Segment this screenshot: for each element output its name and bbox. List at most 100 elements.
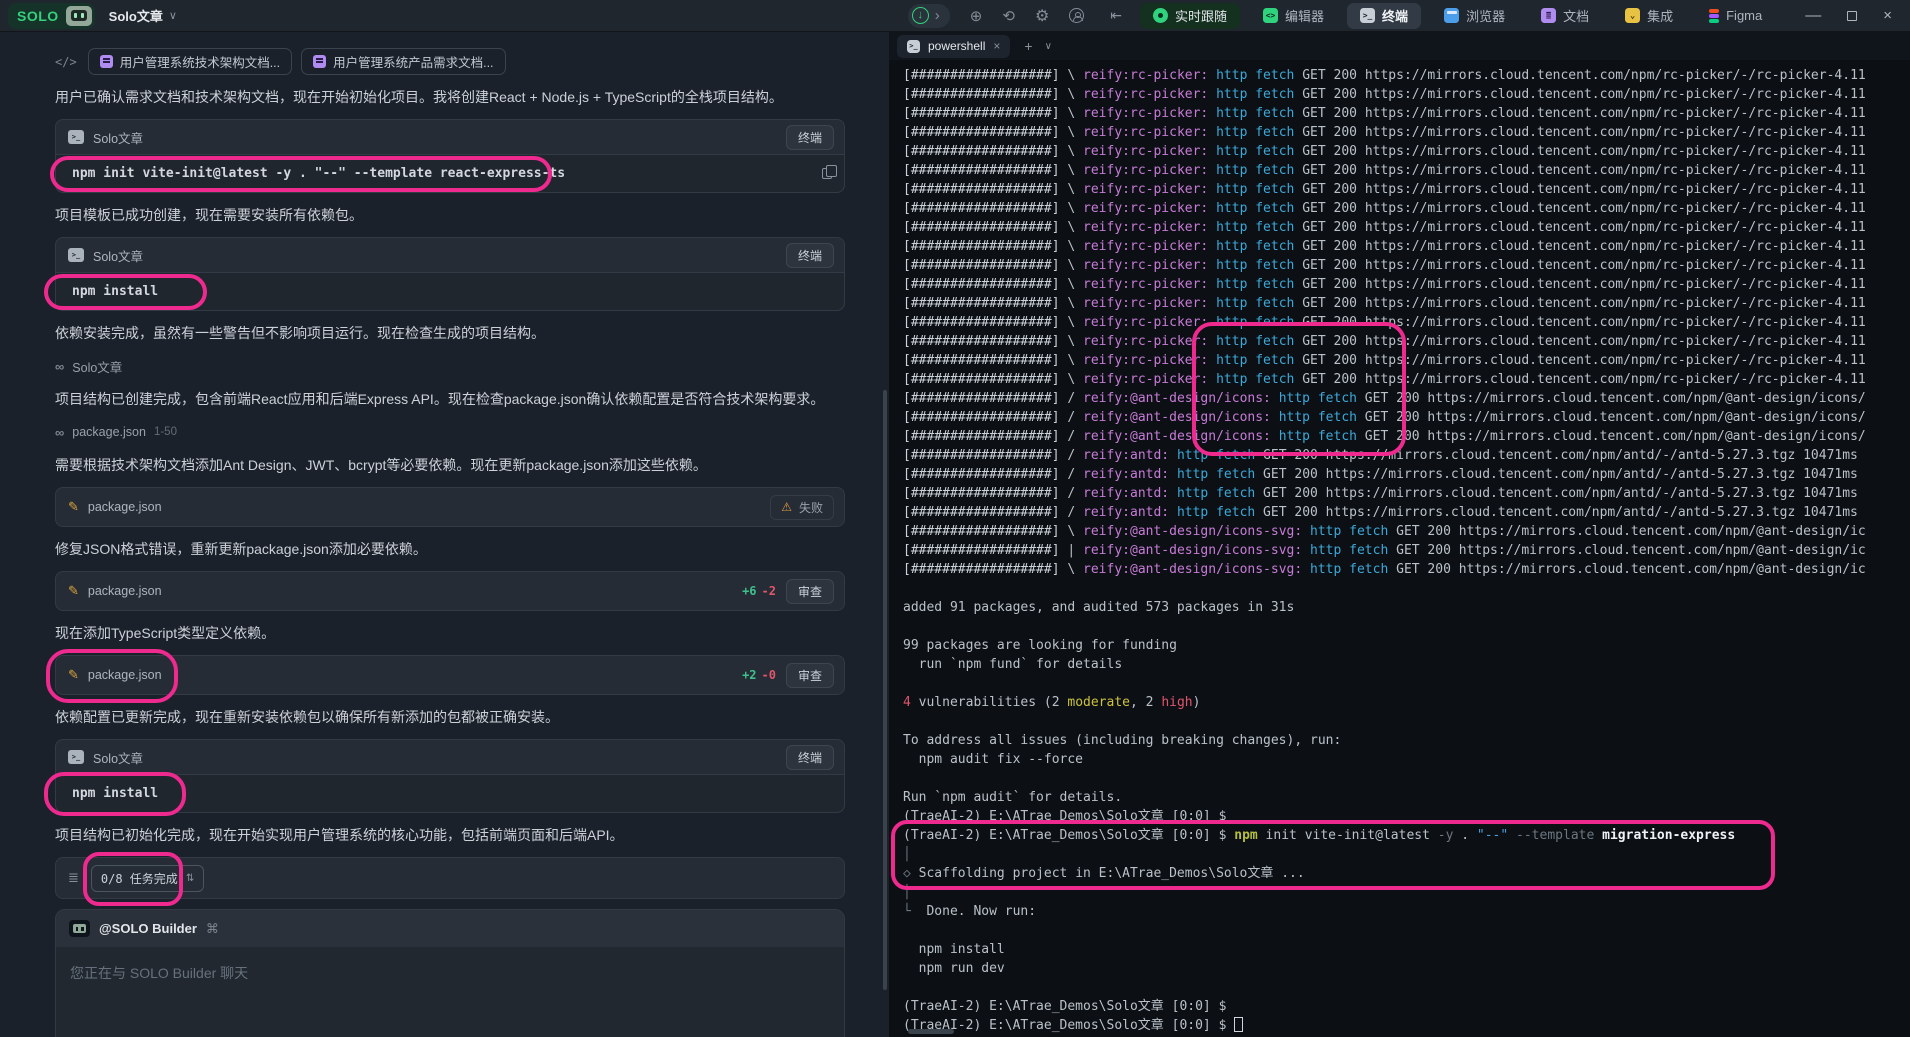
chat-composer: @SOLO Builder ⌘ 您正在与 SOLO Builder 聊天 @ #… bbox=[55, 909, 845, 1037]
tab-label: 实时跟随 bbox=[1175, 6, 1227, 25]
minimize-button[interactable]: — bbox=[1805, 7, 1821, 25]
file-edit-card-failed[interactable]: ✎ package.json ⚠ 失败 bbox=[55, 487, 845, 527]
assistant-paragraph: 项目结构已初始化完成，现在开始实现用户管理系统的核心功能，包括前端页面和后端AP… bbox=[55, 825, 845, 845]
new-terminal-icon[interactable]: + bbox=[1024, 38, 1032, 54]
chevron-right-icon: › bbox=[935, 7, 940, 24]
terminal-tab-powershell[interactable]: >_ powershell × bbox=[897, 35, 1010, 58]
terminal-options-chevron-icon[interactable]: ∨ bbox=[1045, 41, 1052, 52]
card-header: >_ Solo文章 终端 bbox=[56, 120, 844, 154]
terminal-icon: >_ bbox=[68, 130, 84, 144]
command-text: npm install bbox=[72, 284, 158, 299]
settings-gear-icon[interactable]: ⚙ bbox=[1035, 6, 1049, 26]
tab-label: 集成 bbox=[1647, 6, 1673, 25]
browser-icon bbox=[1444, 8, 1459, 23]
composer-header: @SOLO Builder ⌘ bbox=[56, 910, 844, 947]
card-label: Solo文章 bbox=[93, 748, 143, 767]
file-edit-card[interactable]: ✎ package.json +2 -0 审查 bbox=[55, 655, 845, 695]
tab-label: 编辑器 bbox=[1285, 6, 1324, 25]
tab-browser[interactable]: 浏览器 bbox=[1431, 3, 1518, 29]
fail-status-badge: ⚠ 失败 bbox=[770, 495, 834, 520]
solo-logo[interactable]: SOLO bbox=[8, 3, 95, 29]
copy-icon[interactable] bbox=[822, 168, 832, 179]
top-bar: SOLO Solo文章 ∨ ↓ › ⊕ ⟲ ⚙ ⇤ 实时跟随 <> 编辑器 bbox=[0, 0, 1910, 32]
download-icon: ↓ bbox=[912, 7, 929, 24]
terminal-icon: >_ bbox=[907, 40, 920, 53]
tab-terminal[interactable]: >_ 终端 bbox=[1347, 3, 1421, 29]
terminal-output[interactable]: [##################] \ reify:rc-picker: … bbox=[889, 60, 1910, 1035]
chat-vertical-scrollbar[interactable] bbox=[883, 390, 887, 990]
assistant-paragraph: 项目模板已成功创建，现在需要安装所有依赖包。 bbox=[55, 205, 845, 225]
line-range: 1-50 bbox=[154, 426, 177, 438]
history-icon[interactable]: ⟲ bbox=[1002, 7, 1015, 25]
reference-link-solo[interactable]: ∞ Solo文章 bbox=[55, 355, 845, 377]
close-tab-icon[interactable]: × bbox=[993, 39, 1000, 53]
document-icon: ≣ bbox=[1541, 8, 1556, 23]
terminal-command-card: >_ Solo文章 终端 npm install bbox=[55, 237, 845, 311]
chat-scroll-area: </> 用户管理系统技术架构文档... 用户管理系统产品需求文档... 用户已确… bbox=[0, 32, 889, 1037]
card-label: Solo文章 bbox=[93, 128, 143, 147]
shortcut-icon: ⌘ bbox=[206, 921, 219, 937]
review-button[interactable]: 审查 bbox=[786, 663, 834, 688]
assistant-paragraph: 现在添加TypeScript类型定义依赖。 bbox=[55, 623, 845, 643]
builder-avatar-icon bbox=[69, 920, 90, 937]
terminal-tabbar: >_ powershell × + ∨ bbox=[889, 32, 1910, 60]
review-button[interactable]: 审查 bbox=[786, 579, 834, 604]
maximize-button[interactable] bbox=[1847, 11, 1857, 21]
account-icon[interactable] bbox=[1069, 8, 1084, 23]
editor-icon: <> bbox=[1263, 8, 1278, 23]
diff-removed-count: -0 bbox=[762, 668, 776, 682]
workspace-title[interactable]: Solo文章 bbox=[109, 6, 163, 25]
integrations-icon: ⌄ bbox=[1625, 8, 1640, 23]
pencil-edit-icon: ✎ bbox=[68, 667, 79, 683]
new-chat-icon[interactable]: ⊕ bbox=[970, 7, 983, 25]
card-label: Solo文章 bbox=[93, 246, 143, 265]
open-terminal-button[interactable]: 终端 bbox=[786, 243, 834, 268]
assistant-paragraph: 修复JSON格式错误，重新更新package.json添加必要依赖。 bbox=[55, 539, 845, 559]
card-label: package.json bbox=[88, 584, 162, 598]
tab-label: Figma bbox=[1726, 8, 1762, 23]
tab-editor[interactable]: <> 编辑器 bbox=[1250, 3, 1337, 29]
open-terminal-button[interactable]: 终端 bbox=[786, 125, 834, 150]
terminal-tab-label: powershell bbox=[928, 39, 985, 53]
collapse-panel-icon[interactable]: ⇤ bbox=[1110, 7, 1122, 24]
link-label: package.json bbox=[72, 425, 146, 439]
sort-arrows-icon: ⇅ bbox=[186, 873, 194, 884]
card-label: package.json bbox=[88, 668, 162, 682]
command-row: npm install bbox=[56, 774, 844, 812]
tab-docs[interactable]: ≣ 文档 bbox=[1528, 3, 1602, 29]
chain-link-icon: ∞ bbox=[55, 359, 64, 374]
checklist-icon: ≣ bbox=[68, 870, 79, 886]
message-input[interactable]: 您正在与 SOLO Builder 聊天 bbox=[56, 947, 844, 1037]
tab-figma[interactable]: Figma bbox=[1696, 3, 1775, 29]
window-controls: — × bbox=[1805, 7, 1892, 25]
close-button[interactable]: × bbox=[1883, 7, 1892, 24]
figma-icon bbox=[1709, 9, 1719, 23]
diff-added-count: +2 bbox=[742, 668, 756, 682]
view-tabstrip: ⇤ 实时跟随 <> 编辑器 >_ 终端 浏览器 ≣ 文档 ⌄ bbox=[1110, 3, 1775, 29]
agent-name[interactable]: @SOLO Builder bbox=[99, 921, 197, 936]
tab-label: 终端 bbox=[1382, 6, 1408, 25]
doc-chip-label: 用户管理系统技术架构文档... bbox=[120, 52, 280, 71]
doc-chip-architecture[interactable]: 用户管理系统技术架构文档... bbox=[88, 48, 292, 75]
tab-label: 浏览器 bbox=[1466, 6, 1505, 25]
doc-chip-requirements[interactable]: 用户管理系统产品需求文档... bbox=[301, 48, 505, 75]
app-window: SOLO Solo文章 ∨ ↓ › ⊕ ⟲ ⚙ ⇤ 实时跟随 <> 编辑器 bbox=[0, 0, 1910, 1037]
file-edit-card[interactable]: ✎ package.json +6 -2 审查 bbox=[55, 571, 845, 611]
chevron-down-icon[interactable]: ∨ bbox=[169, 9, 177, 22]
terminal-panel: >_ powershell × + ∨ [##################]… bbox=[889, 32, 1910, 1037]
task-progress-dropdown[interactable]: 0/8 任务完成 ⇅ bbox=[91, 865, 204, 892]
tab-live-follow[interactable]: 实时跟随 bbox=[1140, 3, 1240, 29]
topbar-icon-group: ↓ › ⊕ ⟲ ⚙ bbox=[908, 4, 1085, 28]
reference-link-packagejson[interactable]: ∞ package.json 1-50 bbox=[55, 421, 845, 443]
diff-added-count: +6 bbox=[742, 584, 756, 598]
pencil-edit-icon: ✎ bbox=[68, 499, 79, 515]
assistant-paragraph: 用户已确认需求文档和技术架构文档，现在开始初始化项目。我将创建React + N… bbox=[55, 87, 845, 107]
terminal-horizontal-scrollbar[interactable] bbox=[908, 1029, 954, 1034]
open-terminal-button[interactable]: 终端 bbox=[786, 745, 834, 770]
tab-integrations[interactable]: ⌄ 集成 bbox=[1612, 3, 1686, 29]
command-text: npm init vite-init@latest -y . "--" --te… bbox=[72, 166, 565, 181]
update-pill-button[interactable]: ↓ › bbox=[908, 4, 950, 28]
input-placeholder: 您正在与 SOLO Builder 聊天 bbox=[70, 965, 248, 981]
chat-panel: </> 用户管理系统技术架构文档... 用户管理系统产品需求文档... 用户已确… bbox=[0, 32, 889, 1037]
terminal-command-card: >_ Solo文章 终端 npm init vite-init@latest -… bbox=[55, 119, 845, 193]
